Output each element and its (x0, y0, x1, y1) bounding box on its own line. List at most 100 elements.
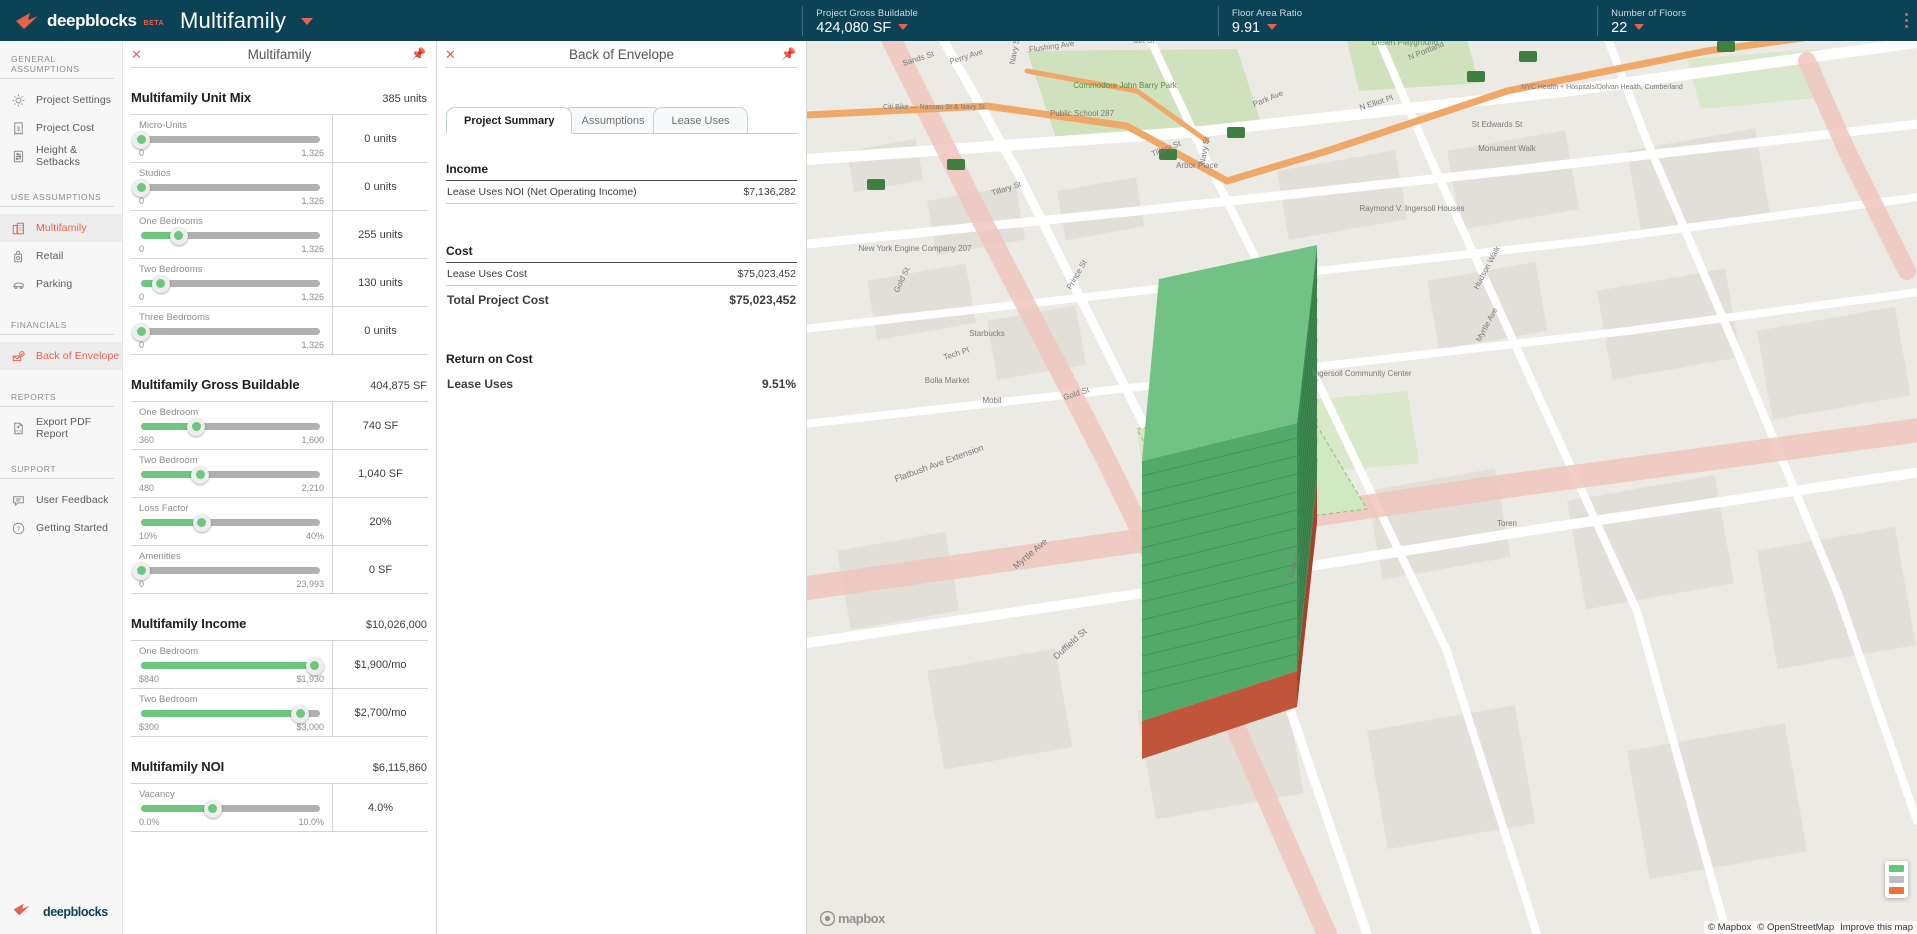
project-title[interactable]: Multifamily (180, 7, 314, 34)
map-label: Ingersoll Community Center (1312, 369, 1411, 378)
slider-label: Two Bedrooms (139, 264, 203, 275)
sidebar-item-label: Getting Started (36, 522, 109, 534)
slider-handle[interactable] (305, 656, 324, 675)
overflow-menu-icon[interactable] (1904, 13, 1908, 28)
slider-max: 1,326 (301, 244, 324, 254)
slider-handle[interactable] (192, 513, 211, 532)
svg-text:PDF: PDF (15, 429, 22, 433)
sidebar-item-retail[interactable]: Retail (0, 242, 122, 270)
slider-handle[interactable] (151, 274, 170, 293)
chevron-down-icon[interactable] (301, 17, 314, 25)
boe-line-value: $75,023,452 (729, 293, 796, 307)
boe-panel-header: ✕ Back of Envelope 📌 (445, 41, 798, 68)
slider-label: One Bedroom (139, 646, 199, 657)
slider-max: 1,326 (301, 148, 324, 158)
chevron-down-icon[interactable] (1267, 23, 1278, 30)
slider-min: 0 (139, 196, 145, 206)
slider-handle[interactable] (132, 130, 150, 149)
slider-bounds: 10% 40% (139, 531, 324, 541)
slider-min: 0 (139, 579, 145, 589)
slider-handle[interactable] (132, 561, 150, 580)
attr-osm[interactable]: © OpenStreetMap (1757, 922, 1834, 933)
metric-value: 424,080 SF (816, 20, 918, 36)
metric-project-gross-buildable[interactable]: Project Gross Buildable 424,080 SF (802, 5, 918, 36)
sidebar-item-project-cost[interactable]: $ Project Cost (0, 114, 122, 142)
metric-value-text: 22 (1611, 19, 1628, 36)
slider-track[interactable] (141, 656, 324, 675)
attr-improve-map[interactable]: Improve this map (1840, 922, 1913, 933)
slider-track[interactable] (141, 513, 320, 532)
slider-bounds: $840 $1,930 (139, 674, 324, 684)
slider-table: One Bedroom 360 1,600 740 SF Two Bedroom 480 2… (131, 401, 428, 594)
slider-track[interactable] (132, 178, 320, 197)
boe-line-label: Total Project Cost (447, 293, 549, 307)
sidebar-item-label: Back of Envelope (36, 350, 120, 362)
deepblocks-logo-icon (12, 903, 38, 921)
slider-bounds: 360 1,600 (139, 435, 324, 445)
slider-min: 0.0% (139, 817, 160, 827)
map-label: Public School 287 (1050, 109, 1115, 118)
boe-line: Lease Uses NOI (Net Operating Income) $7,… (446, 180, 797, 204)
slider-handle[interactable] (203, 799, 222, 818)
slider-track[interactable] (141, 417, 320, 436)
slider-max: 1,326 (301, 196, 324, 206)
pin-icon[interactable]: 📌 (781, 47, 796, 61)
slider-track[interactable] (132, 130, 320, 149)
chevron-down-icon[interactable] (898, 23, 909, 30)
slider-handle[interactable] (187, 417, 206, 436)
chevron-down-icon[interactable] (1634, 23, 1645, 30)
metric-floor-area-ratio[interactable]: Floor Area Ratio 9.91 (1217, 5, 1302, 36)
boe-section: Cost Lease Uses Cost $75,023,452 Total Proj… (446, 244, 797, 312)
deepblocks-logo-icon (14, 12, 40, 30)
sidebar-item-parking[interactable]: Parking (0, 270, 122, 298)
sidebar-item-export-pdf-report[interactable]: PDF Export PDF Report (0, 414, 122, 442)
sidebar-item-back-of-envelope[interactable]: Back of Envelope (0, 342, 122, 370)
sidebar-item-user-feedback[interactable]: User Feedback (0, 486, 122, 514)
building-icon (11, 221, 26, 236)
tab-project-summary[interactable]: Project Summary (446, 107, 573, 134)
car-icon (11, 277, 26, 292)
metric-value: 22 (1611, 20, 1686, 36)
sidebar-item-project-settings[interactable]: Project Settings (0, 86, 122, 114)
slider-table: Vacancy 0.0% 10.0% 4.0% (131, 783, 428, 832)
attr-mapbox[interactable]: © Mapbox (1708, 922, 1751, 933)
slider-track[interactable] (141, 226, 320, 245)
mapbox-logo: mapbox (820, 911, 885, 926)
slider-track[interactable] (141, 799, 320, 818)
slider-track[interactable] (141, 704, 320, 723)
map-label: Citi Bike — Nassau St & Navy St (883, 104, 985, 111)
slider-handle[interactable] (291, 704, 310, 723)
slider-track[interactable] (141, 465, 320, 484)
tab-lease-uses[interactable]: Lease Uses (653, 107, 748, 133)
sidebar-item-multifamily[interactable]: Multifamily (0, 214, 122, 242)
slider-max: 10.0% (298, 817, 324, 827)
slider-track[interactable] (132, 322, 320, 341)
app-logo[interactable]: deepblocks BETA (0, 11, 164, 31)
slider-label: Amenities (139, 551, 181, 562)
sidebar-item-height-setbacks[interactable]: Height & Setbacks (0, 142, 122, 170)
metric-number-of-floors[interactable]: Number of Floors 22 (1597, 5, 1686, 36)
boe-line-value: 9.51% (761, 377, 796, 391)
map-legend (1885, 861, 1908, 898)
tab-assumptions[interactable]: Assumptions (563, 107, 663, 133)
slider-cell: Three Bedrooms 0 1,326 (131, 307, 333, 354)
slider-cell: Vacancy 0.0% 10.0% (131, 784, 333, 831)
sidebar-item-getting-started[interactable]: ? Getting Started (0, 514, 122, 542)
section-header: Multifamily Unit Mix 385 units (123, 90, 436, 105)
sidebar-item-label: Project Settings (36, 94, 112, 106)
slider-row: Loss Factor 10% 40% 20% (131, 498, 428, 546)
sidebar-item-label: Height & Setbacks (36, 144, 80, 168)
project-title-text: Multifamily (180, 7, 287, 33)
slider-track[interactable] (141, 274, 320, 293)
pin-icon[interactable]: 📌 (411, 47, 426, 61)
slider-row: Two Bedroom $300 $3,000 $2,700/mo (131, 689, 428, 737)
slider-track[interactable] (132, 561, 320, 580)
slider-handle[interactable] (132, 178, 150, 197)
map-label: Starbucks (969, 329, 1005, 338)
slider-handle[interactable] (191, 465, 210, 484)
map-view[interactable]: Flushing AveSands StPerry AveNavy St6th … (807, 31, 1917, 934)
slider-row: Three Bedrooms 0 1,326 0 units (131, 307, 428, 355)
slider-handle[interactable] (132, 322, 150, 341)
slider-handle[interactable] (169, 226, 188, 245)
boe-section-heading: Cost (446, 244, 473, 258)
